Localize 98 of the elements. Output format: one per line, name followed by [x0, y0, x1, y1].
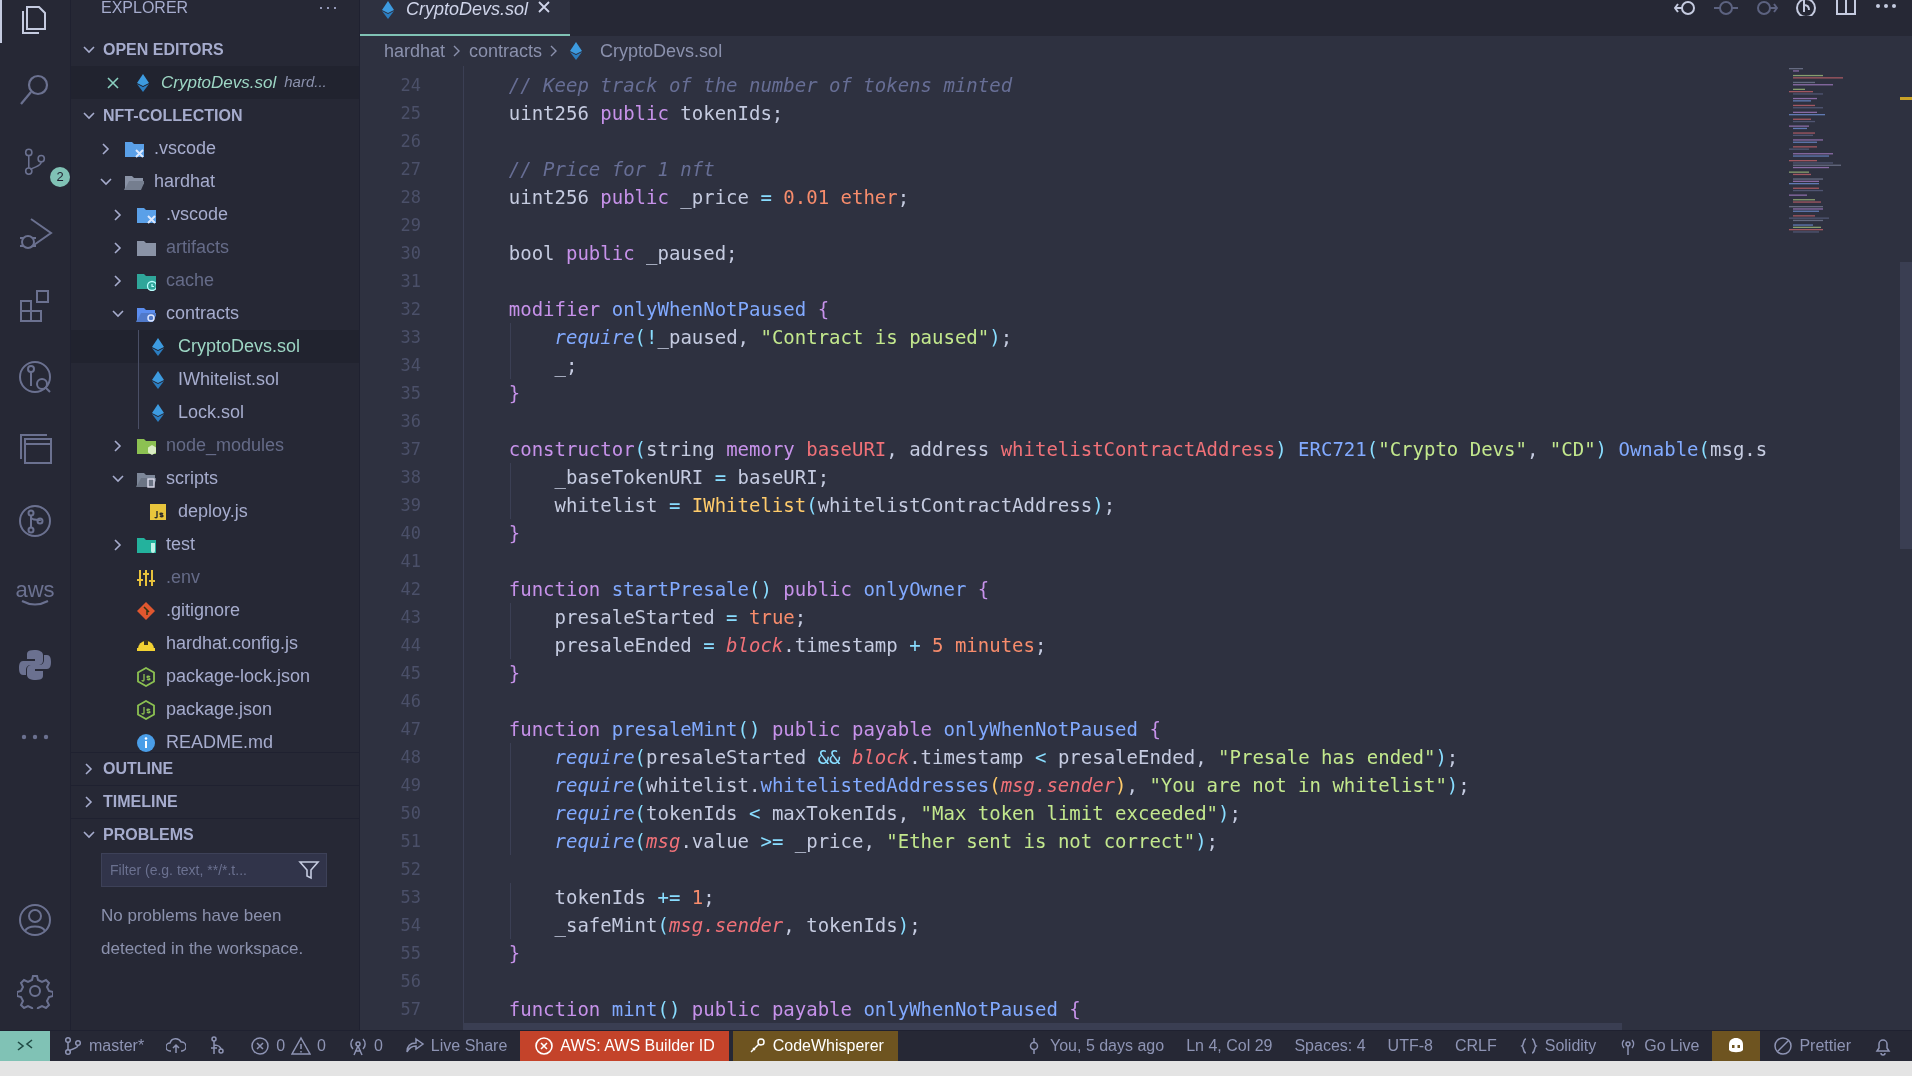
folder-item[interactable]: scripts — [71, 462, 359, 495]
file-item[interactable]: package-lock.json — [71, 660, 359, 693]
code-line: require(!_paused, "Contract is paused"); — [553, 325, 1013, 351]
status-item[interactable]: Go Live — [1609, 1030, 1709, 1062]
editor-tab[interactable]: CryptoDevs.sol — [360, 0, 570, 36]
file-item[interactable]: hardhat.config.js — [71, 627, 359, 660]
code-line: } — [507, 661, 521, 686]
code-line: bool public _paused; — [507, 241, 738, 267]
code-line: function presaleMint() public payable onlyWhenNotPaused { — [507, 717, 1161, 742]
code-line: _; — [553, 353, 578, 379]
code-line: function mint() public payable onlyWhenNotPaused { — [507, 997, 1081, 1022]
status-item[interactable]: Prettier — [1764, 1030, 1860, 1062]
bell-icon — [1873, 1036, 1893, 1056]
folder-item[interactable]: contracts — [71, 297, 359, 330]
status-item[interactable]: UTF-8 — [1378, 1030, 1442, 1062]
folder-item[interactable]: hardhat — [71, 165, 359, 198]
overview-ruler-mark — [1900, 97, 1912, 100]
split-editor-icon[interactable] — [1834, 0, 1858, 16]
section-header[interactable]: OUTLINE — [71, 752, 359, 785]
aws-status-button[interactable]: AWS: AWS Builder ID — [520, 1030, 729, 1062]
file-item[interactable]: README.md — [71, 726, 359, 752]
warning-icon — [291, 1036, 312, 1056]
remote-button[interactable] — [0, 1030, 50, 1062]
file-item[interactable]: IWhitelist.sol — [71, 363, 359, 396]
remote-explorer-icon[interactable] — [17, 359, 53, 395]
code-line: modifier onlyWhenNotPaused { — [507, 297, 830, 322]
code-line: // Price for 1 nft — [507, 157, 715, 182]
settings-icon[interactable] — [17, 972, 53, 1009]
panel-title: EXPLORER — [101, 0, 189, 16]
breadcrumb-item[interactable]: hardhat — [384, 37, 446, 65]
folder-item[interactable]: .vscode — [71, 132, 359, 165]
code-line: } — [507, 381, 521, 406]
more-actions-button[interactable]: ··· — [318, 0, 339, 14]
cloud-upload-icon — [166, 1036, 187, 1056]
count-badge: 2 — [50, 167, 70, 187]
code-line: require(presaleStarted && block.timestamp < presaleEnded, "Presale has ended"); — [553, 745, 1459, 770]
status-item[interactable]: Spaces: 4 — [1285, 1030, 1375, 1062]
section-header[interactable]: TIMELINE — [71, 785, 359, 818]
code-line: uint256 public tokenIds; — [507, 101, 784, 126]
prohibited-icon — [1773, 1036, 1794, 1056]
section-header[interactable]: OPEN EDITORS — [71, 33, 359, 66]
folder-item[interactable]: test — [71, 528, 359, 561]
code-line: function startPresale() public onlyOwner { — [507, 577, 990, 602]
code-line: require(whitelist.whitelistedAddresses(msg.sender), "You are not in whitelist"); — [553, 773, 1470, 798]
file-item[interactable]: .gitignore — [71, 594, 359, 627]
code-line: presaleStarted = true; — [553, 605, 807, 630]
account-icon[interactable] — [17, 901, 53, 938]
folder-item[interactable]: .vscode — [71, 198, 359, 231]
git-graph-icon[interactable] — [17, 503, 53, 539]
breadcrumb-item[interactable]: contracts — [469, 37, 543, 65]
compare-back-icon[interactable] — [1674, 0, 1698, 16]
status-item[interactable]: master* — [54, 1030, 154, 1062]
status-item[interactable]: Ln 4, Col 29 — [1177, 1030, 1282, 1062]
status-item[interactable]: CRLF — [1445, 1030, 1506, 1062]
status-item[interactable]: Solidity — [1509, 1030, 1606, 1062]
problems-status-button[interactable]: 0 0 — [241, 1030, 335, 1062]
windows-icon[interactable] — [17, 431, 53, 467]
code-line: uint256 public _price = 0.01 ether; — [507, 185, 910, 211]
no-problems-message: No problems have been detected in the workspace. — [101, 905, 305, 960]
run-debug-icon[interactable] — [17, 215, 53, 251]
braces-icon — [1518, 1036, 1539, 1056]
hexagon-icon — [136, 666, 156, 687]
section-header[interactable]: PROBLEMS — [71, 818, 359, 851]
code-line: whitelist = IWhitelist(whitelistContractAddress); — [553, 493, 1116, 518]
file-item[interactable]: deploy.js — [71, 495, 359, 528]
info-icon — [136, 732, 156, 752]
js-file-icon — [148, 501, 168, 522]
code-line: constructor(string memory baseURI, address whitelistContractAddress) ERC721("Crypto Devs", "CD") Ownable(msg.s — [507, 437, 1768, 462]
open-editor-item[interactable]: CryptoDevs.sol hard... — [71, 66, 359, 99]
status-item[interactable]: You, 5 days ago — [1015, 1030, 1174, 1062]
sliders-icon — [136, 567, 156, 588]
status-item[interactable]: Live Share — [395, 1030, 517, 1062]
error-icon — [534, 1036, 555, 1056]
horizontal-scrollbar-thumb[interactable] — [463, 1023, 1622, 1030]
hexagon-icon — [136, 699, 156, 720]
status-item[interactable]: 0 — [338, 1030, 392, 1062]
codewhisperer-button[interactable]: CodeWhisperer — [732, 1030, 898, 1062]
python-icon[interactable] — [17, 647, 53, 683]
git-diamond-icon — [136, 600, 156, 621]
code-line: require(tokenIds < maxTokenIds, "Max token limit exceeded"); — [553, 801, 1241, 826]
code-line: } — [507, 521, 521, 546]
code-line: _baseTokenURI = baseURI; — [553, 465, 830, 491]
error-icon — [250, 1036, 271, 1056]
close-icon[interactable] — [105, 74, 121, 91]
code-line: require(msg.value >= _price, "Ether sent is not correct"); — [553, 829, 1219, 855]
code-line: // Keep track of the number of tokens minted — [507, 73, 1013, 98]
file-item[interactable]: CryptoDevs.sol — [71, 330, 359, 363]
section-header[interactable]: NFT-COLLECTION — [71, 99, 359, 132]
file-item[interactable]: Lock.sol — [71, 396, 359, 429]
antenna-icon — [347, 1036, 368, 1056]
breadcrumb-item[interactable]: CryptoDevs.sol — [600, 37, 723, 65]
branch-icon — [63, 1036, 83, 1056]
code-line: _safeMint(msg.sender, tokenIds); — [553, 913, 921, 939]
code-line: tokenIds += 1; — [553, 885, 715, 910]
code-line: } — [507, 941, 521, 966]
code-line: presaleEnded = block.timestamp + 5 minutes; — [553, 633, 1047, 658]
file-item[interactable]: package.json — [71, 693, 359, 726]
copilot-button[interactable] — [1712, 1030, 1761, 1062]
